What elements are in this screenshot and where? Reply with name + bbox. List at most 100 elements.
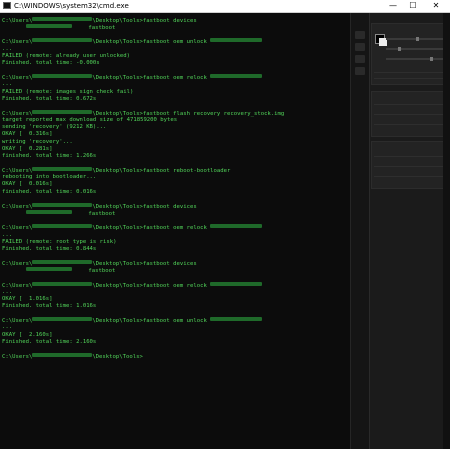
redacted-text: [32, 317, 93, 322]
console-line: rebooting into bootloader...: [2, 174, 96, 181]
close-button[interactable]: ✕: [428, 0, 444, 12]
console-line: fastboot: [2, 210, 115, 217]
minimize-button[interactable]: —: [385, 0, 401, 12]
console-text: \Desktop\Tools>fastboot oem relock: [92, 225, 211, 232]
redacted-text: [32, 224, 93, 229]
divider: [374, 72, 446, 73]
console-text: OKAY [ 0.281s]: [2, 145, 53, 152]
console-line: OKAY [ 0.016s]: [2, 181, 53, 188]
console-line: Finished. total time: -0.000s: [2, 60, 100, 67]
redacted-text: [210, 74, 263, 79]
console-line: fastboot: [2, 24, 115, 31]
console-line: C:\Users\ \Desktop\Tools>fastboot oem rel…: [2, 74, 263, 82]
window-title: C:\WINDOWS\system32\cmd.exe: [14, 2, 129, 10]
console-line: C:\Users\ \Desktop\Tools>fastboot reboot-…: [2, 167, 230, 174]
maximize-button[interactable]: ☐: [405, 0, 421, 12]
console-output[interactable]: C:\Users\ \Desktop\Tools>fastboot devices…: [0, 13, 350, 449]
console-text: C:\Users\: [2, 354, 33, 361]
redacted-text: [32, 260, 93, 265]
console-text: \Desktop\Tools>fastboot oem relock: [92, 282, 211, 289]
divider: [374, 176, 446, 177]
console-line: C:\Users\ \Desktop\Tools>fastboot oem rel…: [2, 281, 263, 289]
console-text: ...: [2, 231, 13, 238]
redacted-text: [32, 353, 93, 358]
redacted-text: [32, 74, 93, 79]
console-line: Finished. total time: 2.160s: [2, 339, 96, 346]
console-text: OKAY [ 0.016s]: [2, 181, 53, 188]
console-text: fastboot: [71, 211, 116, 218]
console-line: ...: [2, 81, 12, 88]
redacted-text: [210, 281, 263, 286]
slider: [386, 37, 444, 41]
console-line: OKAY [ 0.281s]: [2, 146, 53, 153]
redacted-text: [210, 317, 263, 322]
console-scrollbar[interactable]: [443, 13, 450, 449]
redacted-text: [32, 38, 93, 43]
divider: [374, 104, 446, 105]
console-text: C:\Users\: [2, 225, 33, 232]
cmd-window: C:\WINDOWS\system32\cmd.exe — ☐ ✕ C:\Use…: [0, 0, 450, 449]
title-bar[interactable]: C:\WINDOWS\system32\cmd.exe — ☐ ✕: [0, 0, 450, 13]
console-text: rebooting into bootloader...: [2, 174, 97, 181]
tool-icon: [355, 31, 365, 39]
divider: [374, 124, 446, 125]
console-line: finished. total time: 0.016s: [2, 189, 96, 196]
adjustments-panel: [371, 91, 449, 137]
console-line: C:\Users\ \Desktop\Tools>fastboot oem rel…: [2, 224, 263, 232]
console-text: writing 'recovery'...: [2, 138, 73, 145]
console-line: OKAY [ 1.016s]: [2, 296, 53, 303]
console-text: ...: [2, 81, 13, 88]
console-text: ...: [2, 288, 13, 295]
console-text: C:\Users\: [2, 39, 33, 46]
console-line: FAILED (remote: already user unlocked): [2, 53, 130, 60]
console-text: Finished. total time: 0.672s: [2, 95, 97, 102]
redacted-text: [32, 202, 93, 207]
console-line: FAILED (remote: images sign check fail): [2, 89, 133, 96]
console-line: ...: [2, 232, 12, 239]
divider: [374, 156, 446, 157]
tool-icon: [355, 67, 365, 75]
console-text: \Desktop\Tools>: [92, 354, 143, 361]
console-text: fastboot: [71, 268, 116, 275]
slider: [386, 47, 444, 51]
console-text: Finished. total time: -0.000s: [2, 59, 100, 66]
console-text: FAILED (remote: already user unlocked): [2, 52, 130, 59]
console-text: sending 'recovery' (9212 KB)...: [2, 124, 107, 131]
console-line: ...: [2, 46, 12, 53]
console-line: C:\Users\ \Desktop\Tools>fastboot oem unl…: [2, 38, 263, 46]
console-line: finished. total time: 1.266s: [2, 153, 96, 160]
console-text: finished. total time: 0.016s: [2, 188, 97, 195]
console-text: \Desktop\Tools>fastboot oem unlock: [92, 39, 211, 46]
console-text: \Desktop\Tools>fastboot reboot-bootloade…: [92, 168, 231, 175]
console-line: target reported max download size of 471…: [2, 117, 177, 124]
console-text: fastboot: [71, 25, 116, 32]
redacted-text: [32, 167, 93, 172]
console-line: sending 'recovery' (9212 KB)...: [2, 124, 106, 131]
redacted-text: [32, 17, 93, 21]
console-text: target reported max download size of 471…: [2, 117, 178, 124]
layers-panel: [371, 141, 449, 189]
color-panel: [371, 23, 449, 85]
console-text: \Desktop\Tools>fastboot oem relock: [92, 75, 211, 82]
console-line: C:\Users\ \Desktop\Tools>fastboot devices: [2, 202, 197, 210]
console-text: C:\Users\: [2, 75, 33, 82]
tool-icon: [355, 43, 365, 51]
redacted-text: [32, 109, 93, 114]
console-text: \Desktop\Tools>fastboot oem unlock: [92, 318, 211, 325]
console-text: \Desktop\Tools>fastboot flash recovery r…: [92, 110, 285, 117]
console-line: C:\Users\ \Desktop\Tools>fastboot devices: [2, 260, 197, 267]
console-line: Finished. total time: 0.844s: [2, 246, 96, 253]
console-line: writing 'recovery'...: [2, 139, 73, 146]
console-text: \Desktop\Tools>fastboot devices: [92, 261, 197, 268]
console-line: C:\Users\ \Desktop\Tools>fastboot devices: [2, 17, 197, 24]
console-text: C:\Users\: [2, 318, 33, 325]
console-line: C:\Users\ \Desktop\Tools>: [2, 353, 143, 360]
console-text: Finished. total time: 1.016s: [2, 303, 97, 309]
console-line: FAILED (remote: root type is risk): [2, 239, 117, 246]
console-line: ...: [2, 289, 12, 296]
console-line: C:\Users\ \Desktop\Tools>fastboot flash r…: [2, 109, 285, 117]
console-text: Finished. total time: 2.160s: [2, 338, 97, 345]
console-text: finished. total time: 1.266s: [2, 152, 97, 159]
